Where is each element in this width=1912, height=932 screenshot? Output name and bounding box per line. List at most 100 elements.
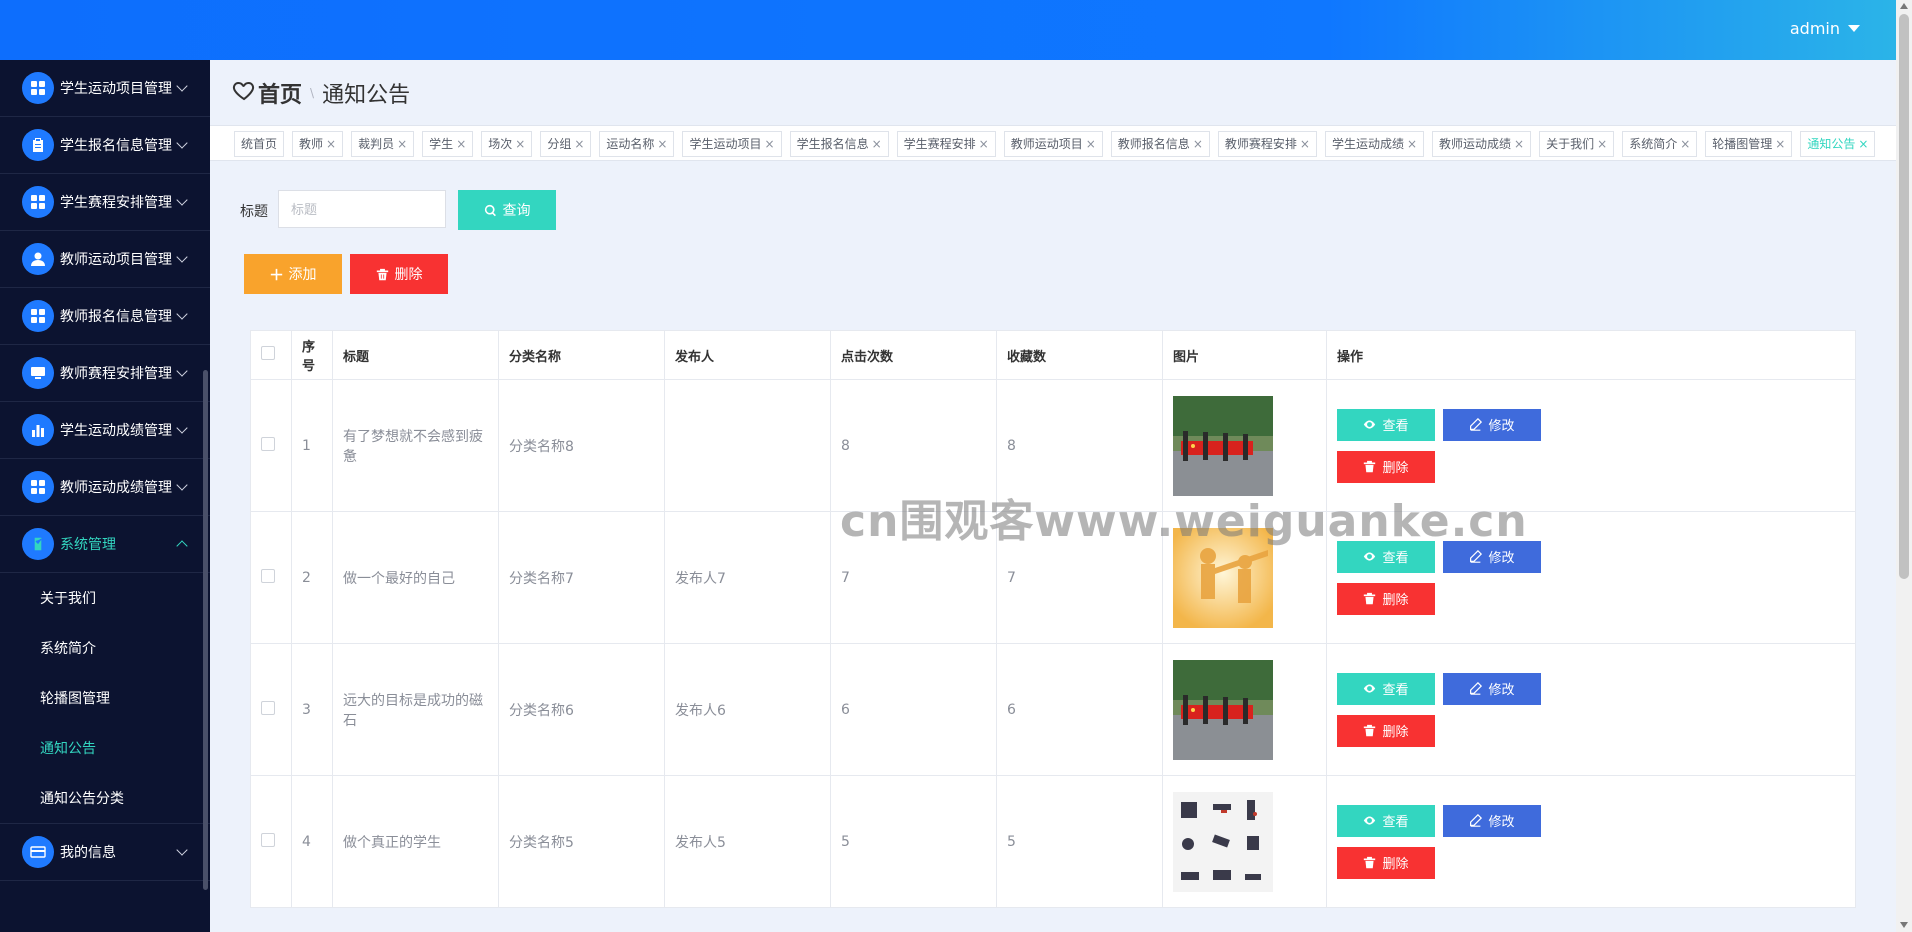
eye-icon	[1364, 552, 1376, 561]
tag-15[interactable]: 关于我们 ×	[1539, 131, 1615, 157]
sidebar-item-4[interactable]: 教师报名信息管理	[0, 288, 210, 345]
tag-18[interactable]: 通知公告 ×	[1800, 131, 1876, 157]
close-icon[interactable]: ×	[1514, 132, 1524, 156]
select-all-cell[interactable]	[250, 330, 292, 380]
edit-button[interactable]: 修改	[1443, 540, 1541, 573]
close-icon[interactable]: ×	[456, 132, 466, 156]
row-delete-button[interactable]: 删除	[1337, 450, 1435, 483]
sidebar-subitem-3[interactable]: 通知公告	[0, 723, 210, 773]
sidebar-item-my-info[interactable]: 我的信息	[0, 823, 210, 881]
notice-image	[1173, 395, 1316, 496]
close-icon[interactable]: ×	[1407, 132, 1417, 156]
close-icon[interactable]: ×	[1775, 132, 1785, 156]
tag-label: 学生报名信息	[796, 137, 869, 151]
row-checkbox[interactable]	[261, 568, 275, 583]
row-checkbox[interactable]	[261, 700, 275, 715]
tag-5[interactable]: 分组 ×	[540, 131, 592, 157]
cell-publisher: 发布人6	[664, 643, 831, 776]
close-icon[interactable]: ×	[765, 132, 775, 156]
edit-icon	[1470, 682, 1483, 695]
row-delete-button[interactable]: 删除	[1337, 582, 1435, 615]
breadcrumb-home[interactable]: 首页	[258, 77, 302, 109]
tag-label: 分组	[547, 137, 572, 151]
delete-button[interactable]: 删除	[350, 254, 448, 294]
close-icon[interactable]: ×	[872, 132, 882, 156]
sidebar-item-0[interactable]: 学生运动项目管理	[0, 60, 210, 117]
edit-button[interactable]: 修改	[1443, 408, 1541, 441]
close-icon[interactable]: ×	[657, 132, 667, 156]
tag-label: 关于我们	[1546, 137, 1595, 151]
view-button[interactable]: 查看	[1337, 408, 1435, 441]
close-icon[interactable]: ×	[1597, 132, 1607, 156]
row-select-cell[interactable]	[250, 775, 292, 908]
tag-2[interactable]: 裁判员 ×	[351, 131, 415, 157]
sidebar-subitem-0[interactable]: 关于我们	[0, 573, 210, 623]
title-search-input[interactable]	[278, 190, 446, 228]
view-button[interactable]: 查看	[1337, 804, 1435, 837]
sidebar-item-system[interactable]: 系统管理	[0, 516, 210, 573]
sidebar-item-5[interactable]: 教师赛程安排管理	[0, 345, 210, 402]
cell-actions: 查看 修改 删除	[1326, 379, 1856, 512]
close-icon[interactable]: ×	[1680, 132, 1690, 156]
sidebar-subitem-4[interactable]: 通知公告分类	[0, 773, 210, 823]
select-all-checkbox[interactable]	[261, 346, 275, 360]
sidebar-item-7[interactable]: 教师运动成绩管理	[0, 459, 210, 516]
close-icon[interactable]: ×	[326, 132, 336, 156]
tag-0[interactable]: 统首页	[234, 131, 285, 157]
close-icon[interactable]: ×	[1086, 132, 1096, 156]
user-menu[interactable]: admin	[1790, 19, 1860, 38]
row-select-cell[interactable]	[250, 511, 292, 644]
view-button[interactable]: 查看	[1337, 672, 1435, 705]
tag-13[interactable]: 学生运动成绩 ×	[1324, 131, 1425, 157]
tag-17[interactable]: 轮播图管理 ×	[1705, 131, 1793, 157]
edit-button[interactable]: 修改	[1443, 804, 1541, 837]
row-select-cell[interactable]	[250, 379, 292, 512]
scroll-down-icon[interactable]	[1900, 922, 1908, 928]
tag-9[interactable]: 学生赛程安排 ×	[896, 131, 996, 157]
tag-8[interactable]: 学生报名信息 ×	[789, 131, 889, 157]
close-icon[interactable]: ×	[574, 132, 584, 156]
close-icon[interactable]: ×	[515, 132, 525, 156]
view-button[interactable]: 查看	[1337, 540, 1435, 573]
tag-4[interactable]: 场次 ×	[481, 131, 533, 157]
query-button[interactable]: 查询	[458, 190, 556, 230]
notice-image	[1173, 659, 1316, 760]
close-icon[interactable]: ×	[1300, 132, 1310, 156]
tag-16[interactable]: 系统简介 ×	[1622, 131, 1698, 157]
row-checkbox[interactable]	[261, 436, 275, 451]
row-delete-button[interactable]: 删除	[1337, 846, 1435, 879]
sidebar-subitem-2[interactable]: 轮播图管理	[0, 673, 210, 723]
scrollbar-thumb[interactable]	[1899, 14, 1909, 579]
tag-14[interactable]: 教师运动成绩 ×	[1432, 131, 1532, 157]
close-icon[interactable]: ×	[397, 132, 407, 156]
sidebar-subitem-1[interactable]: 系统简介	[0, 623, 210, 673]
table-row: 3 远大的目标是成功的磁石 分类名称6 发布人6 6 6 查看 修改 删除	[250, 643, 1856, 776]
row-delete-button[interactable]: 删除	[1337, 714, 1435, 747]
tag-7[interactable]: 学生运动项目 ×	[682, 131, 782, 157]
tag-6[interactable]: 运动名称 ×	[599, 131, 675, 157]
col-publisher: 发布人	[664, 330, 831, 380]
sidebar-item-3[interactable]: 教师运动项目管理	[0, 231, 210, 288]
sidebar-item-1[interactable]: 学生报名信息管理	[0, 117, 210, 174]
sidebar-scrollbar[interactable]	[203, 370, 208, 890]
sidebar-item-2[interactable]: 学生赛程安排管理	[0, 174, 210, 231]
tag-12[interactable]: 教师赛程安排 ×	[1217, 131, 1317, 157]
scroll-up-icon[interactable]	[1900, 3, 1908, 9]
close-icon[interactable]: ×	[1193, 132, 1203, 156]
tag-1[interactable]: 教师 ×	[292, 131, 344, 157]
cell-publisher: 发布人5	[664, 775, 831, 908]
plus-icon	[270, 268, 282, 280]
page-scrollbar[interactable]	[1896, 0, 1912, 932]
tag-3[interactable]: 学生 ×	[422, 131, 474, 157]
close-icon[interactable]: ×	[979, 132, 989, 156]
add-button[interactable]: 添加	[244, 254, 342, 294]
tag-11[interactable]: 教师报名信息 ×	[1110, 131, 1210, 157]
edit-button-label: 修改	[1488, 551, 1515, 566]
row-select-cell[interactable]	[250, 643, 292, 776]
close-icon[interactable]: ×	[1858, 132, 1868, 156]
tag-10[interactable]: 教师运动项目 ×	[1003, 131, 1103, 157]
edit-button[interactable]: 修改	[1443, 672, 1541, 705]
row-checkbox[interactable]	[261, 832, 275, 847]
sidebar-item-6[interactable]: 学生运动成绩管理	[0, 402, 210, 459]
tag-label: 教师运动项目	[1010, 137, 1083, 151]
